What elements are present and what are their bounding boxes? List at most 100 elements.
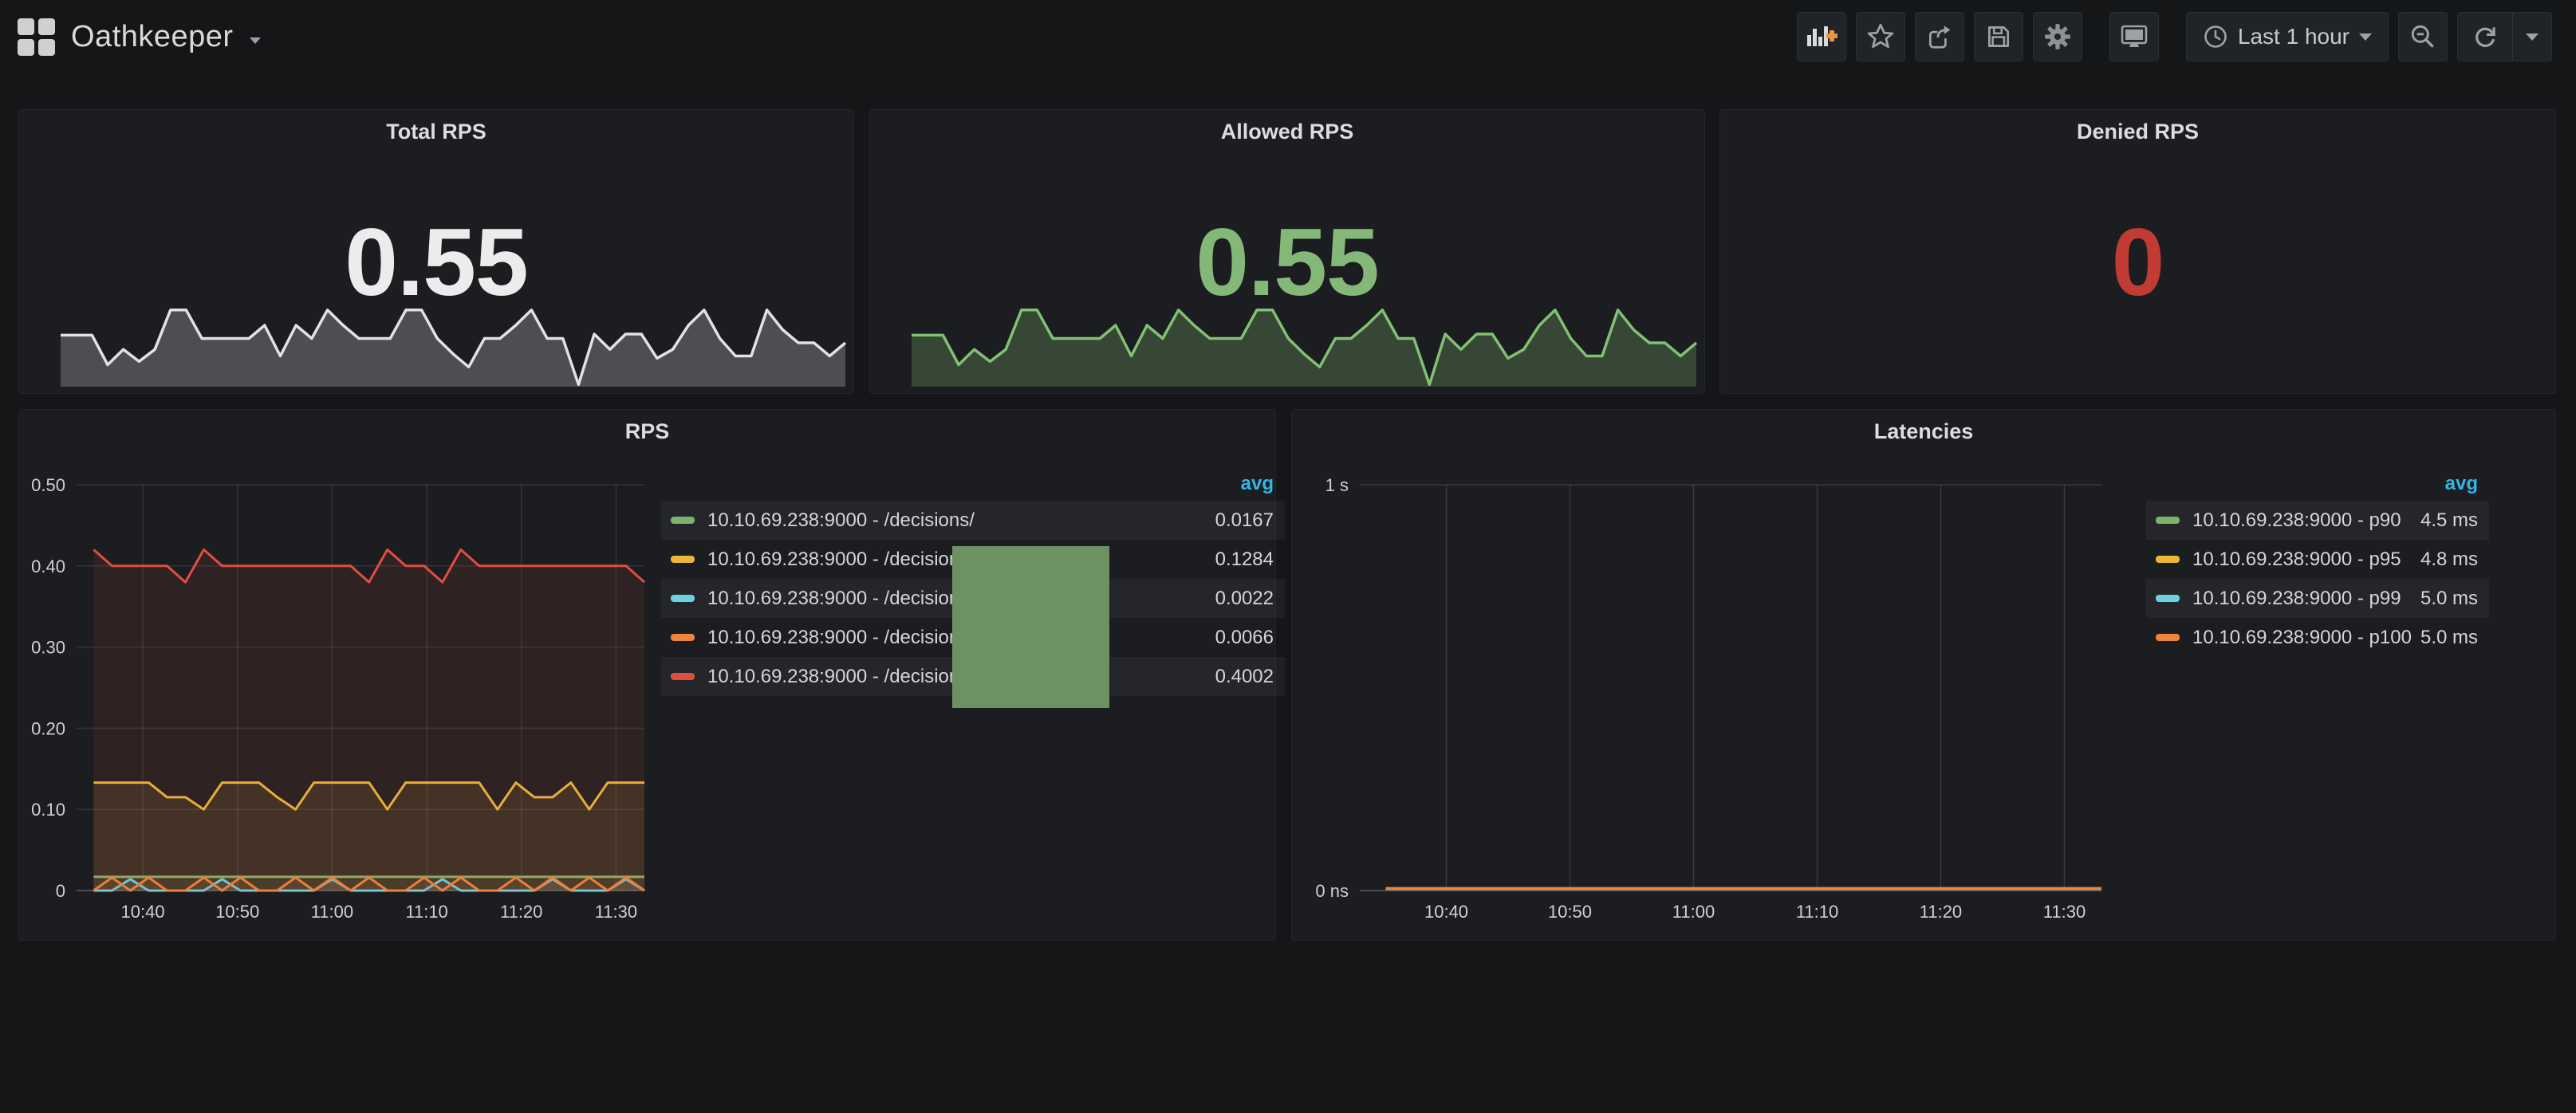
series-avg-value: 4.5 ms (2420, 509, 2478, 532)
series-name[interactable]: 10.10.69.238:9000 - /decisions/ (707, 588, 975, 610)
series-color-swatch[interactable] (671, 595, 695, 602)
x-axis-tick-label: 10:40 (1424, 902, 1468, 922)
series-avg-value: 0.0066 (1215, 627, 1274, 649)
legend-avg-header[interactable]: avg (661, 467, 1285, 501)
legend-row[interactable]: 10.10.69.238:9000 - /decisions/0.0167 (661, 501, 1285, 540)
legend-avg-header[interactable]: avg (2146, 467, 2489, 501)
x-axis-tick-label: 11:10 (405, 902, 447, 922)
dashboard-title-caret-icon[interactable] (250, 37, 261, 44)
y-axis-tick-label: 0.10 (31, 800, 65, 820)
x-axis-tick-label: 11:30 (2043, 902, 2086, 922)
clock-icon (2203, 24, 2228, 49)
panel-title[interactable]: Allowed RPS (870, 120, 1704, 144)
series-avg-value: 5.0 ms (2420, 588, 2478, 610)
x-axis-tick-label: 10:50 (1548, 902, 1592, 922)
legend-row[interactable]: 10.10.69.238:9000 - p99 5.0 ms (2146, 579, 2489, 618)
series-avg-value: 0.4002 (1215, 666, 1274, 688)
star-icon (1866, 22, 1895, 51)
series-name[interactable]: 10.10.69.238:9000 - /decisions/ (707, 549, 975, 571)
x-axis-tick-label: 10:50 (215, 902, 259, 922)
total-rps-sparkline (61, 299, 845, 387)
tv-mode-icon (2119, 22, 2149, 51)
refresh-split-button (2457, 12, 2552, 61)
zoom-out-icon (2409, 22, 2437, 51)
legend-overlay-artifact (952, 546, 1109, 708)
series-name[interactable]: 10.10.69.238:9000 - p100 (2192, 627, 2412, 649)
dashboard-toolbar: Last 1 hour (1787, 11, 2552, 62)
dashboard-header: Oathkeeper (0, 0, 2576, 73)
latencies-legend: avg10.10.69.238:9000 - p904.5 ms10.10.69… (2146, 467, 2489, 657)
panel-title[interactable]: Latencies (1292, 419, 2555, 444)
x-axis-tick-label: 11:30 (595, 902, 637, 922)
series-name[interactable]: 10.10.69.238:9000 - /decisions/ (707, 509, 975, 532)
y-axis-tick-label: 0 (56, 881, 65, 901)
time-picker-button[interactable]: Last 1 hour (2186, 12, 2389, 61)
y-axis-tick-label: 0.40 (31, 556, 65, 576)
share-button[interactable] (1915, 12, 1964, 61)
series-avg-value: 0.1284 (1215, 549, 1274, 571)
allowed-rps-sparkline (912, 299, 1696, 387)
bar-chart-add-icon (1806, 22, 1837, 51)
series-color-swatch[interactable] (2156, 556, 2180, 563)
panel-denied-rps: Denied RPS 0 (1719, 109, 2556, 394)
refresh-button[interactable] (2458, 13, 2512, 61)
dashboard-title[interactable]: Oathkeeper (71, 20, 234, 54)
series-name[interactable]: 10.10.69.238:9000 - /decisions/ (707, 627, 975, 649)
add-panel-button[interactable] (1797, 12, 1846, 61)
rps-chart[interactable]: 00.100.200.300.400.5010:4010:5011:0011:1… (26, 450, 649, 926)
x-axis-tick-label: 11:00 (1672, 902, 1715, 922)
x-axis-tick-label: 11:10 (1796, 902, 1838, 922)
denied-rps-value: 0 (1720, 207, 2555, 317)
series-color-swatch[interactable] (2156, 634, 2180, 641)
zoom-out-button[interactable] (2398, 12, 2448, 61)
series-avg-value: 4.8 ms (2420, 549, 2478, 571)
y-axis-tick-label: 1 s (1325, 475, 1349, 495)
series-name[interactable]: 10.10.69.238:9000 - p90 (2192, 509, 2401, 532)
legend-row[interactable]: 10.10.69.238:9000 - p90 4.5 ms (2146, 501, 2489, 540)
refresh-interval-caret-button[interactable] (2513, 13, 2551, 61)
panel-latencies-graph: Latencies 0 ns 1 s 10:40 10:50 11:00 11:10 11:… (1291, 409, 2556, 941)
panel-rps-graph: RPS 00.100.200.300.400.5010:4010:5011:00… (18, 409, 1276, 941)
time-picker-label: Last 1 hour (2238, 24, 2350, 49)
series-fill (93, 549, 644, 891)
legend-row[interactable]: 10.10.69.238:9000 - p100 5.0 ms (2146, 618, 2489, 657)
series-avg-value: 5.0 ms (2420, 627, 2478, 649)
series-name[interactable]: 10.10.69.238:9000 - /decisions/ (707, 666, 975, 688)
caret-down-icon (2526, 33, 2539, 41)
panel-title[interactable]: RPS (19, 419, 1275, 444)
gear-icon (2042, 22, 2073, 52)
panel-allowed-rps: Allowed RPS 0.55 (869, 109, 1705, 394)
x-axis-tick-label: 11:20 (1920, 902, 1962, 922)
series-color-swatch[interactable] (671, 517, 695, 524)
save-icon (1984, 22, 2013, 51)
series-color-swatch[interactable] (2156, 595, 2180, 602)
legend-row[interactable]: 10.10.69.238:9000 - p95 4.8 ms (2146, 540, 2489, 579)
x-axis-tick-label: 11:00 (311, 902, 353, 922)
y-axis-tick-label: 0.30 (31, 638, 65, 658)
save-button[interactable] (1974, 12, 2023, 61)
panel-title[interactable]: Total RPS (19, 120, 853, 144)
series-avg-value: 0.0022 (1215, 588, 1274, 610)
series-color-swatch[interactable] (671, 634, 695, 641)
dashboard-title-group[interactable]: Oathkeeper (18, 0, 261, 73)
series-name[interactable]: 10.10.69.238:9000 - p99 (2192, 588, 2401, 610)
star-button[interactable] (1856, 12, 1905, 61)
x-axis-tick-label: 10:40 (121, 902, 165, 922)
series-color-swatch[interactable] (671, 673, 695, 680)
x-axis-tick-label: 11:20 (500, 902, 542, 922)
time-picker-caret-icon (2359, 33, 2372, 41)
share-icon (1925, 22, 1954, 51)
settings-button[interactable] (2033, 12, 2082, 61)
y-axis-tick-label: 0.50 (31, 475, 65, 495)
series-color-swatch[interactable] (671, 556, 695, 563)
refresh-icon (2471, 22, 2499, 51)
tv-mode-button[interactable] (2109, 12, 2159, 61)
y-axis-tick-label: 0 ns (1315, 881, 1349, 901)
series-name[interactable]: 10.10.69.238:9000 - p95 (2192, 549, 2401, 571)
panel-title[interactable]: Denied RPS (1720, 120, 2555, 144)
dashboard-grid-icon[interactable] (18, 18, 55, 56)
panel-total-rps: Total RPS 0.55 (18, 109, 854, 394)
series-avg-value: 0.0167 (1215, 509, 1274, 532)
latencies-chart[interactable]: 0 ns 1 s 10:40 10:50 11:00 11:10 11:20 11:30 (1298, 450, 2113, 926)
series-color-swatch[interactable] (2156, 517, 2180, 524)
